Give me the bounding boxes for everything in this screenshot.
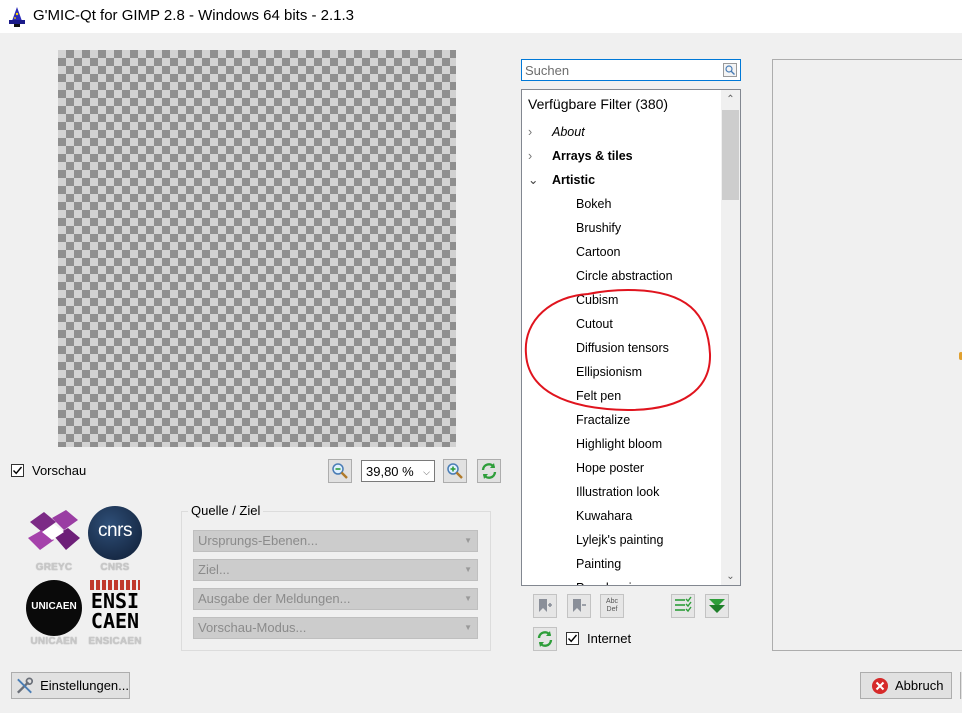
- cnrs-label: CNRS: [100, 562, 130, 573]
- ensicaen-logo-bottom: CAEN: [90, 609, 140, 633]
- preview-canvas[interactable]: [58, 50, 456, 447]
- unicaen-logo-text: UNICAEN: [31, 601, 77, 612]
- category-arrays-tiles[interactable]: › Arrays & tiles: [528, 144, 633, 168]
- category-about[interactable]: › About: [528, 120, 585, 144]
- zoom-level-select[interactable]: 39,80 % ⌵: [361, 460, 435, 482]
- checkmark-icon: [12, 466, 23, 475]
- chevron-down-icon: ⌄: [528, 173, 539, 187]
- unicaen-logo: UNICAEN: [26, 580, 82, 636]
- chevron-down-icon: ▼: [464, 594, 472, 603]
- output-mode-value: Ziel...: [198, 562, 230, 577]
- settings-button-label: Einstellungen...: [40, 678, 129, 693]
- scroll-down-icon[interactable]: ⌄: [721, 567, 740, 585]
- ensicaen-logo: ENSI CAEN: [88, 580, 142, 634]
- chevron-down-icon: ▼: [464, 623, 472, 632]
- zoom-in-button[interactable]: [443, 459, 467, 483]
- greyc-logo-icon: [28, 510, 80, 550]
- cancel-button[interactable]: Abbruch: [860, 672, 952, 699]
- cancel-icon: [872, 677, 888, 694]
- rename-icon-bottom: Def: [606, 606, 618, 613]
- settings-button[interactable]: Einstellungen...: [11, 672, 130, 699]
- chevron-down-icon: ⌵: [423, 467, 430, 477]
- ensicaen-logo-top: ENSI: [90, 589, 140, 613]
- reset-zoom-button[interactable]: [477, 459, 501, 483]
- filter-item[interactable]: Painting: [576, 552, 621, 576]
- category-label: Artistic: [552, 173, 596, 187]
- filter-item[interactable]: Lylejk's painting: [576, 528, 663, 552]
- preview-mode-value: Vorschau-Modus...: [198, 620, 307, 635]
- scrollbar-thumb[interactable]: [722, 110, 739, 200]
- category-artistic[interactable]: ⌄ Artistic: [528, 168, 595, 192]
- filter-search-field[interactable]: Suchen: [521, 59, 741, 81]
- ensicaen-label: ENSICAEN: [88, 636, 142, 647]
- filter-item[interactable]: Illustration look: [576, 480, 659, 504]
- chevron-right-icon: ›: [528, 125, 533, 139]
- output-mode-select[interactable]: Ziel... ▼: [193, 559, 478, 581]
- tools-icon: [17, 677, 34, 694]
- expand-all-button[interactable]: [705, 594, 729, 618]
- greyc-logo: [26, 508, 82, 558]
- internet-checkbox[interactable]: [566, 632, 579, 645]
- unicaen-label: UNICAEN: [30, 636, 78, 647]
- cancel-button-label: Abbruch: [895, 678, 944, 693]
- double-arrow-down-icon: [709, 599, 725, 613]
- filter-tree-scrollbar[interactable]: ⌃ ⌄: [721, 90, 740, 585]
- filter-item[interactable]: Brushify: [576, 216, 621, 240]
- filter-item[interactable]: Bokeh: [576, 192, 611, 216]
- category-label: About: [552, 125, 585, 139]
- title-bar: G'MIC-Qt for GIMP 2.8 - Windows 64 bits …: [0, 0, 962, 33]
- preview-mode-select[interactable]: Vorschau-Modus... ▼: [193, 617, 478, 639]
- chevron-down-icon: ▼: [464, 536, 472, 545]
- zoom-out-icon: [332, 463, 348, 479]
- filter-item[interactable]: Pen drawing: [576, 576, 646, 585]
- checkmark-icon: [567, 634, 578, 643]
- preview-checkbox[interactable]: [11, 464, 24, 477]
- zoom-in-icon: [447, 463, 463, 479]
- filter-parameters-panel: [772, 59, 962, 651]
- greyc-label: GREYC: [35, 562, 73, 573]
- rename-favorite-button[interactable]: Abc Def: [600, 594, 624, 618]
- rename-icon-top: Abc: [605, 598, 619, 605]
- input-output-group-title: Quelle / Ziel: [188, 503, 264, 518]
- filter-item[interactable]: Highlight bloom: [576, 432, 662, 456]
- filter-item[interactable]: Kuwahara: [576, 504, 632, 528]
- zoom-level-value: 39,80 %: [366, 463, 414, 479]
- gmic-wizard-hat-icon: [9, 7, 25, 27]
- search-icon[interactable]: [723, 63, 737, 77]
- input-layers-value: Ursprungs-Ebenen...: [198, 533, 318, 548]
- cnrs-logo: cnrs: [88, 506, 142, 560]
- highlight-annotation: [524, 288, 712, 412]
- preview-checkbox-label: Vorschau: [32, 463, 87, 478]
- select-filters-button[interactable]: [671, 594, 695, 618]
- chevron-down-icon: ▼: [464, 565, 472, 574]
- internet-checkbox-label: Internet: [587, 631, 632, 646]
- bookmark-remove-icon: [573, 599, 586, 612]
- bookmark-add-icon: [539, 599, 552, 612]
- preview-toggle[interactable]: Vorschau: [11, 463, 86, 478]
- output-messages-value: Ausgabe der Meldungen...: [198, 591, 351, 606]
- category-label: Arrays & tiles: [552, 149, 633, 163]
- input-layers-select[interactable]: Ursprungs-Ebenen... ▼: [193, 530, 478, 552]
- cnrs-logo-text: cnrs: [98, 520, 132, 541]
- filter-item[interactable]: Cartoon: [576, 240, 620, 264]
- magnifier-icon: [725, 65, 735, 75]
- refresh-icon: [537, 631, 553, 647]
- remove-favorite-button[interactable]: [567, 594, 591, 618]
- update-filters-button[interactable]: [533, 627, 557, 651]
- scroll-up-icon[interactable]: ⌃: [721, 90, 740, 108]
- zoom-out-button[interactable]: [328, 459, 352, 483]
- filter-search-placeholder: Suchen: [525, 63, 570, 78]
- add-favorite-button[interactable]: [533, 594, 557, 618]
- chevron-right-icon: ›: [528, 149, 533, 163]
- filter-item[interactable]: Hope poster: [576, 456, 644, 480]
- refresh-icon: [481, 463, 497, 479]
- window-title: G'MIC-Qt for GIMP 2.8 - Windows 64 bits …: [33, 7, 355, 24]
- output-messages-select[interactable]: Ausgabe der Meldungen... ▼: [193, 588, 478, 610]
- internet-toggle[interactable]: Internet: [566, 631, 631, 646]
- checklist-icon: [675, 596, 692, 613]
- filter-tree-header: Verfügbare Filter (380): [528, 96, 669, 112]
